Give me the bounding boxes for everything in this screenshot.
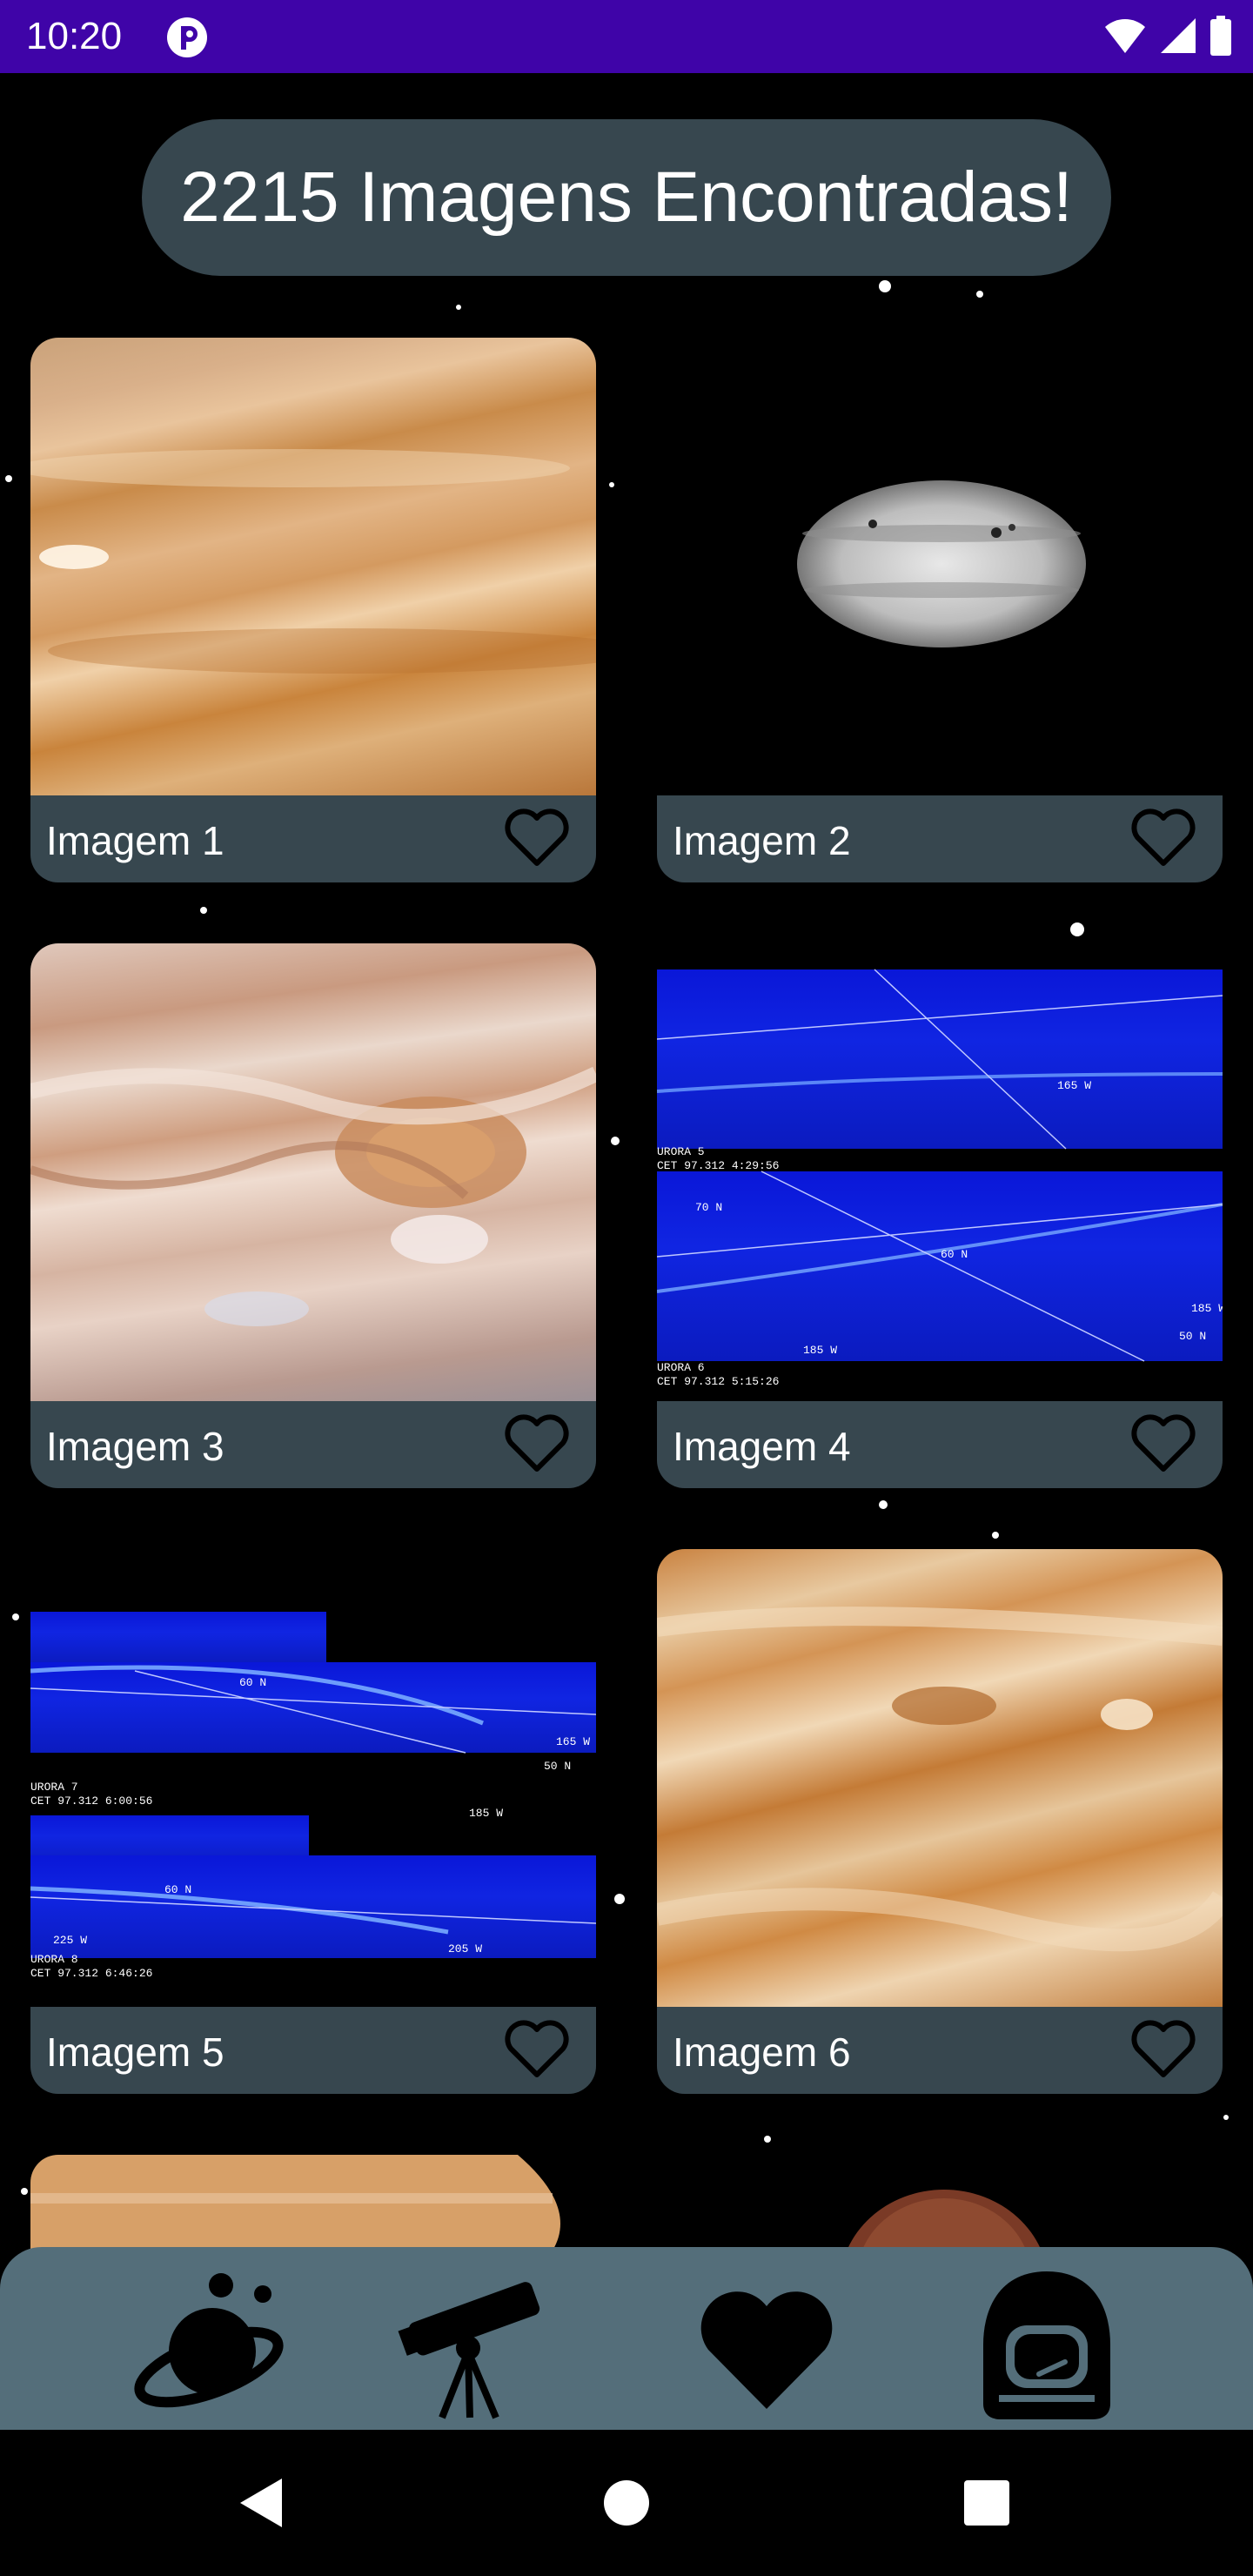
back-icon[interactable] [231, 2472, 294, 2534]
image-thumbnail[interactable] [657, 338, 1223, 795]
card-footer: Imagem 5 [30, 2007, 596, 2094]
aurora-label: URORA 8 [30, 1953, 78, 1966]
card-label: Imagem 3 [46, 1424, 224, 1469]
aurora-label: 165 W [556, 1735, 591, 1748]
heart-icon[interactable] [684, 2264, 849, 2430]
image-card-8[interactable] [657, 2155, 1223, 2251]
favorite-heart-icon[interactable] [504, 808, 570, 869]
image-thumbnail[interactable] [30, 943, 596, 1401]
aurora-label: CET 97.312 6:00:56 [30, 1794, 153, 1808]
system-navigation-bar [0, 2430, 1253, 2576]
aurora-label: URORA 6 [657, 1361, 705, 1374]
image-card-6[interactable]: Imagem 6 [657, 1549, 1223, 2094]
image-thumbnail[interactable] [657, 1549, 1223, 2007]
card-label: Imagem 5 [46, 2029, 224, 2075]
astronaut-helmet-icon[interactable] [964, 2264, 1129, 2430]
aurora-label: 50 N [1179, 1330, 1207, 1343]
card-footer: Imagem 2 [657, 795, 1223, 882]
bottom-navigation [0, 2247, 1253, 2430]
card-footer: Imagem 3 [30, 1401, 596, 1488]
home-icon[interactable] [595, 2472, 658, 2534]
card-footer: Imagem 4 [657, 1401, 1223, 1488]
favorite-heart-icon[interactable] [1130, 808, 1196, 869]
status-time: 10:20 [26, 15, 123, 57]
card-footer: Imagem 6 [657, 2007, 1223, 2094]
aurora-label: 60 N [941, 1248, 968, 1261]
card-label: Imagem 2 [673, 818, 851, 863]
image-thumbnail[interactable]: 60 N 165 W 50 N 185 W URORA 7 CET 97.312… [30, 1549, 596, 2007]
image-card-4[interactable]: 165 W URORA 5 CET 97.312 4:29:56 70 N 60… [657, 943, 1223, 1488]
favorite-heart-icon[interactable] [1130, 2019, 1196, 2080]
aurora-label: URORA 5 [657, 1145, 705, 1158]
aurora-label: CET 97.312 6:46:26 [30, 1967, 153, 1980]
aurora-label: 60 N [239, 1676, 267, 1689]
image-card-1[interactable]: Imagem 1 [30, 338, 596, 882]
recents-icon[interactable] [955, 2472, 1018, 2534]
image-card-2[interactable]: Imagem 2 [657, 338, 1223, 882]
aurora-label: 225 W [53, 1934, 88, 1947]
planet-icon[interactable] [122, 2264, 287, 2430]
aurora-label: 185 W [1191, 1302, 1223, 1315]
aurora-label: 205 W [448, 1942, 483, 1955]
results-count-pill: 2215 Imagens Encontradas! [142, 119, 1111, 276]
aurora-label: 185 W [469, 1807, 504, 1820]
aurora-label: 185 W [803, 1344, 838, 1357]
aurora-label: 70 N [695, 1201, 723, 1214]
app-notification-icon [165, 16, 209, 64]
wifi-icon [1103, 17, 1147, 59]
favorite-heart-icon[interactable] [504, 2019, 570, 2080]
image-thumbnail[interactable]: 165 W URORA 5 CET 97.312 4:29:56 70 N 60… [657, 943, 1223, 1401]
signal-icon [1159, 17, 1197, 59]
card-footer: Imagem 1 [30, 795, 596, 882]
battery-icon [1209, 16, 1232, 60]
card-label: Imagem 6 [673, 2029, 851, 2075]
aurora-label: URORA 7 [30, 1781, 78, 1794]
image-thumbnail[interactable] [30, 338, 596, 795]
image-card-7[interactable] [30, 2155, 596, 2251]
aurora-label: 165 W [1057, 1079, 1092, 1092]
status-bar: 10:20 [0, 0, 1253, 73]
telescope-icon[interactable] [397, 2264, 562, 2430]
favorite-heart-icon[interactable] [504, 1413, 570, 1474]
image-card-3[interactable]: Imagem 3 [30, 943, 596, 1488]
aurora-label: CET 97.312 4:29:56 [657, 1159, 780, 1172]
aurora-label: 50 N [544, 1760, 572, 1773]
aurora-label: CET 97.312 5:15:26 [657, 1375, 780, 1388]
favorite-heart-icon[interactable] [1130, 1413, 1196, 1474]
image-card-5[interactable]: 60 N 165 W 50 N 185 W URORA 7 CET 97.312… [30, 1549, 596, 2094]
aurora-label: 60 N [164, 1883, 192, 1896]
card-label: Imagem 1 [46, 818, 224, 863]
card-label: Imagem 4 [673, 1424, 851, 1469]
